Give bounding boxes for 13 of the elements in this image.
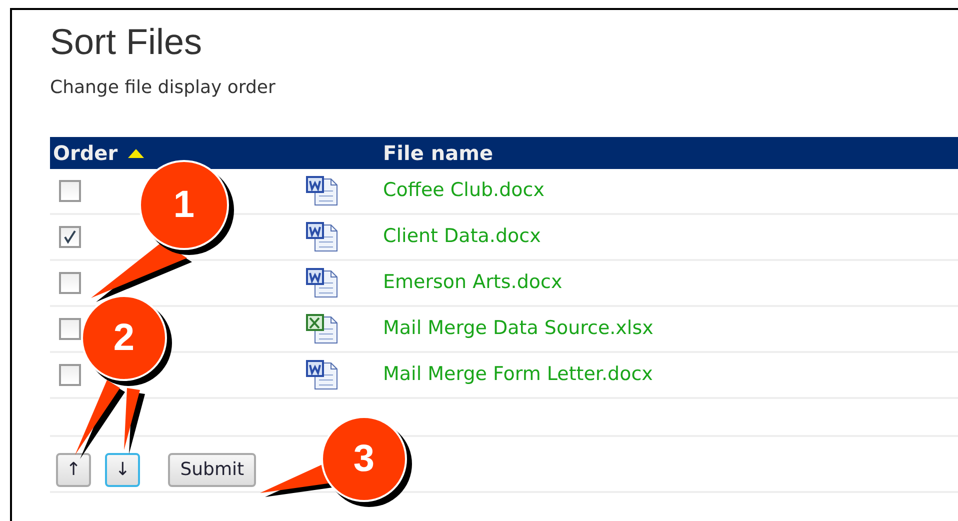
check-mark-icon [63,230,77,244]
checkbox[interactable] [59,364,81,386]
checkbox[interactable] [59,318,81,340]
column-header[interactable]: Order [53,138,118,168]
checkbox[interactable] [59,226,81,248]
page-title: Sort Files [50,22,204,62]
move-down-button[interactable]: ↓ [105,452,140,487]
checkbox[interactable] [59,272,81,294]
move-up-button[interactable]: ↑ [56,452,92,487]
column-header[interactable]: File name [383,140,494,165]
page-subtitle: Change file display order [50,76,276,100]
checkbox[interactable] [59,180,81,202]
submit-button[interactable]: Submit [168,452,256,487]
